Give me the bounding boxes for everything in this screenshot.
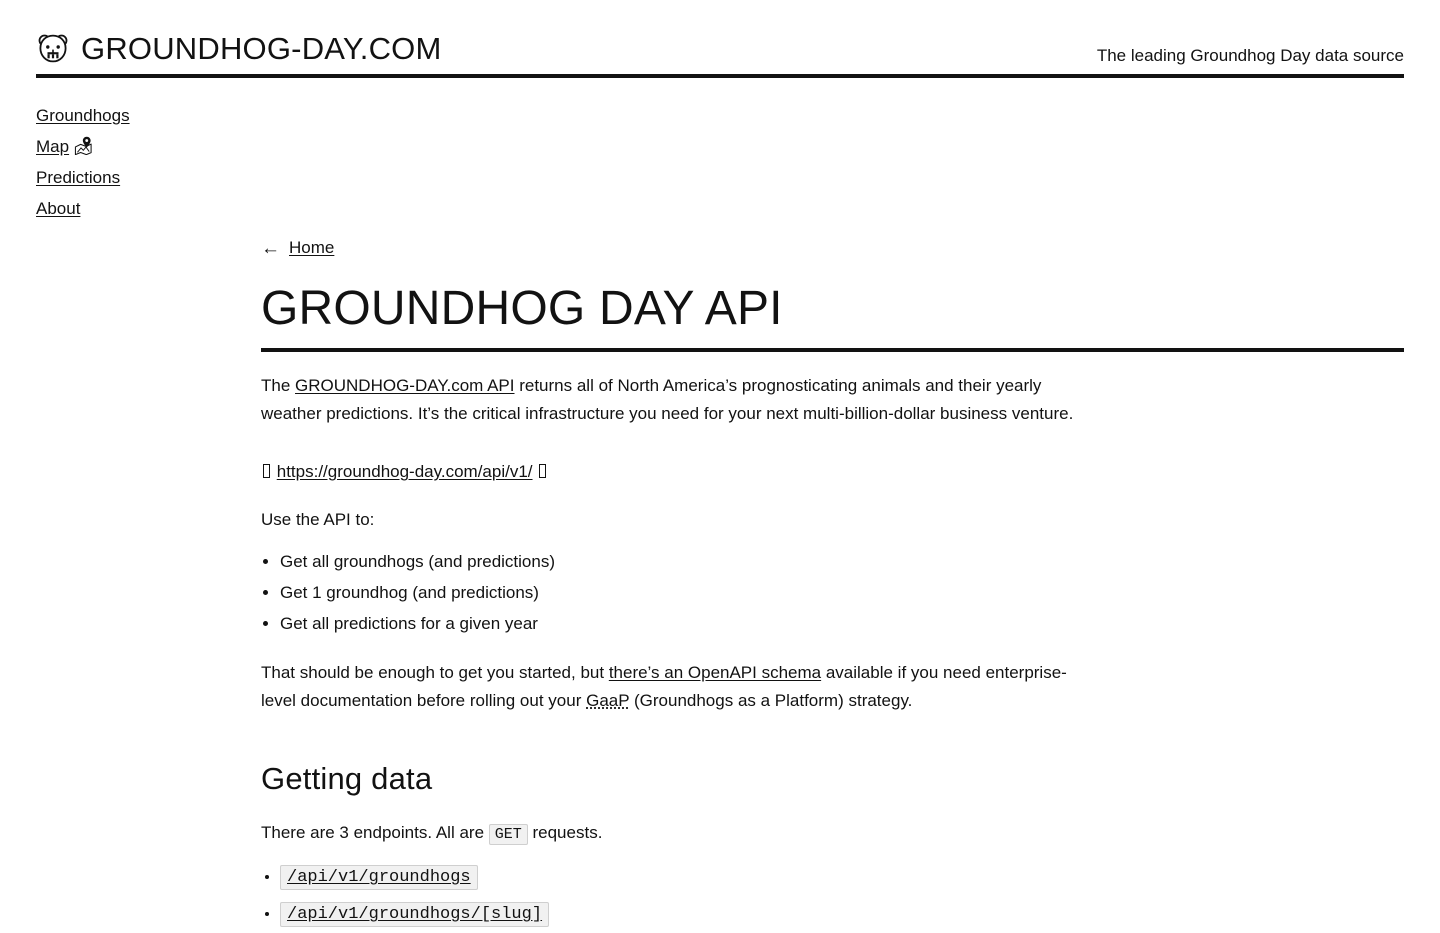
- use-api-list: Get all groundhogs (and predictions) Get…: [261, 546, 1404, 639]
- endpoints-intro-part1: There are 3 endpoints. All are: [261, 823, 489, 842]
- sidebar-item-predictions[interactable]: Predictions: [36, 162, 120, 193]
- missing-glyph-box-icon: [263, 464, 270, 478]
- map-icon: [74, 136, 92, 156]
- brand-home-link[interactable]: GROUNDHOG-DAY.COM: [36, 30, 442, 68]
- schema-note-part1: That should be enough to get you started…: [261, 663, 609, 682]
- schema-note-paragraph: That should be enough to get you started…: [261, 659, 1101, 715]
- list-item: /api/v1/groundhogs: [280, 859, 1404, 896]
- sidebar-item-groundhogs[interactable]: Groundhogs: [36, 100, 130, 131]
- arrow-left-icon: ←: [261, 237, 280, 259]
- schema-note-part3: (Groundhogs as a Platform) strategy.: [629, 691, 913, 710]
- intro-paragraph: The GROUNDHOG-DAY.com API returns all of…: [261, 372, 1106, 428]
- api-base-url-link[interactable]: https://groundhog-day.com/api/v1/: [277, 462, 533, 481]
- section-title-getting-data: Getting data: [261, 761, 433, 796]
- use-api-intro: Use the API to:: [261, 510, 375, 529]
- sidebar-item-label: Predictions: [36, 168, 121, 187]
- sidebar-item-map[interactable]: Map: [36, 131, 93, 162]
- gaap-abbreviation[interactable]: GaaP: [586, 691, 629, 710]
- endpoint-path: /api/v1/groundhogs: [280, 865, 478, 890]
- api-link[interactable]: GROUNDHOG-DAY.com API: [295, 376, 514, 395]
- groundhog-face-icon: [36, 32, 70, 66]
- breadcrumb: ← Home: [261, 236, 1404, 260]
- api-base-url-line: https://groundhog-day.com/api/v1/: [261, 458, 1404, 486]
- openapi-schema-link[interactable]: there’s an OpenAPI schema: [609, 663, 821, 682]
- site-header: GROUNDHOG-DAY.COM The leading Groundhog …: [36, 30, 1404, 78]
- list-item: Get all groundhogs (and predictions): [280, 546, 1404, 577]
- brand-title: GROUNDHOG-DAY.COM: [81, 31, 442, 66]
- list-item: /api/v1/groundhogs/[slug]: [280, 896, 1404, 933]
- endpoints-intro-part2: requests.: [527, 823, 603, 842]
- list-item: Get 1 groundhog (and predictions): [280, 577, 1404, 608]
- endpoints-intro: There are 3 endpoints. All are GET reque…: [261, 819, 1106, 849]
- sidebar-nav: Groundhogs Map Predictions About: [36, 100, 236, 224]
- http-method-badge: GET: [488, 824, 528, 845]
- sidebar-item-label: Map: [36, 137, 70, 156]
- sidebar-item-about[interactable]: About: [36, 193, 80, 224]
- main-content: ← Home GROUNDHOG DAY API The GROUNDHOG-D…: [261, 236, 1404, 933]
- breadcrumb-home-link[interactable]: Home: [289, 236, 334, 260]
- intro-text-before: The: [261, 376, 296, 395]
- endpoint-link-groundhogs[interactable]: /api/v1/groundhogs: [280, 865, 478, 890]
- endpoint-path: /api/v1/groundhogs/[slug]: [280, 902, 550, 927]
- list-item: Get all predictions for a given year: [280, 608, 1404, 639]
- endpoint-link-groundhog-slug[interactable]: /api/v1/groundhogs/[slug]: [280, 902, 550, 927]
- sidebar-item-label: Groundhogs: [36, 106, 130, 125]
- site-tagline: The leading Groundhog Day data source: [1096, 46, 1404, 65]
- endpoints-list: /api/v1/groundhogs /api/v1/groundhogs/[s…: [261, 859, 1404, 933]
- missing-glyph-box-icon: [539, 464, 547, 478]
- sidebar-item-label: About: [36, 199, 81, 218]
- page-title: GROUNDHOG DAY API: [261, 280, 1404, 352]
